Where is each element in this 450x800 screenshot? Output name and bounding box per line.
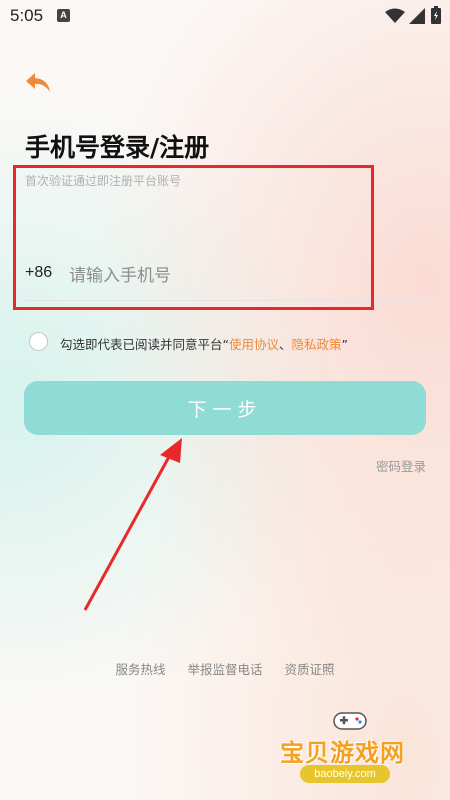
watermark-logo: 宝贝游戏网 baobeiy.com <box>270 705 430 795</box>
page-title: 手机号登录/注册 <box>25 133 210 162</box>
footer-qualifications[interactable]: 资质证照 <box>284 659 334 678</box>
status-time: 5:05 <box>10 6 44 25</box>
watermark-url: baobeiy.com <box>300 765 390 783</box>
status-bar: 5:05 A <box>0 0 450 32</box>
agreement-separator: 、 <box>279 337 292 352</box>
password-login-link[interactable]: 密码登录 <box>376 456 426 475</box>
annotation-highlight-box <box>13 165 374 310</box>
back-arrow-icon[interactable] <box>24 70 52 96</box>
agreement-suffix: ” <box>341 337 349 352</box>
privacy-policy-link[interactable]: 隐私政策 <box>292 337 342 352</box>
notification-icon: A <box>57 9 70 22</box>
agreement-prefix: 勾选即代表已阅读并同意平台“ <box>60 337 229 352</box>
agreement-text: 勾选即代表已阅读并同意平台“使用协议、隐私政策” <box>60 334 348 353</box>
wifi-icon <box>385 8 405 23</box>
agreement-checkbox[interactable] <box>29 332 48 351</box>
battery-icon <box>431 6 441 24</box>
footer-service-hotline[interactable]: 服务热线 <box>115 659 165 678</box>
gamepad-icon <box>333 712 367 730</box>
signal-icon <box>409 8 425 24</box>
watermark-name: 宝贝游戏网 <box>280 739 405 767</box>
terms-of-use-link[interactable]: 使用协议 <box>229 337 279 352</box>
footer-report-phone[interactable]: 举报监督电话 <box>187 659 262 678</box>
footer-links: 服务热线 举报监督电话 资质证照 <box>0 659 450 678</box>
next-step-button[interactable]: 下一步 <box>24 381 426 435</box>
